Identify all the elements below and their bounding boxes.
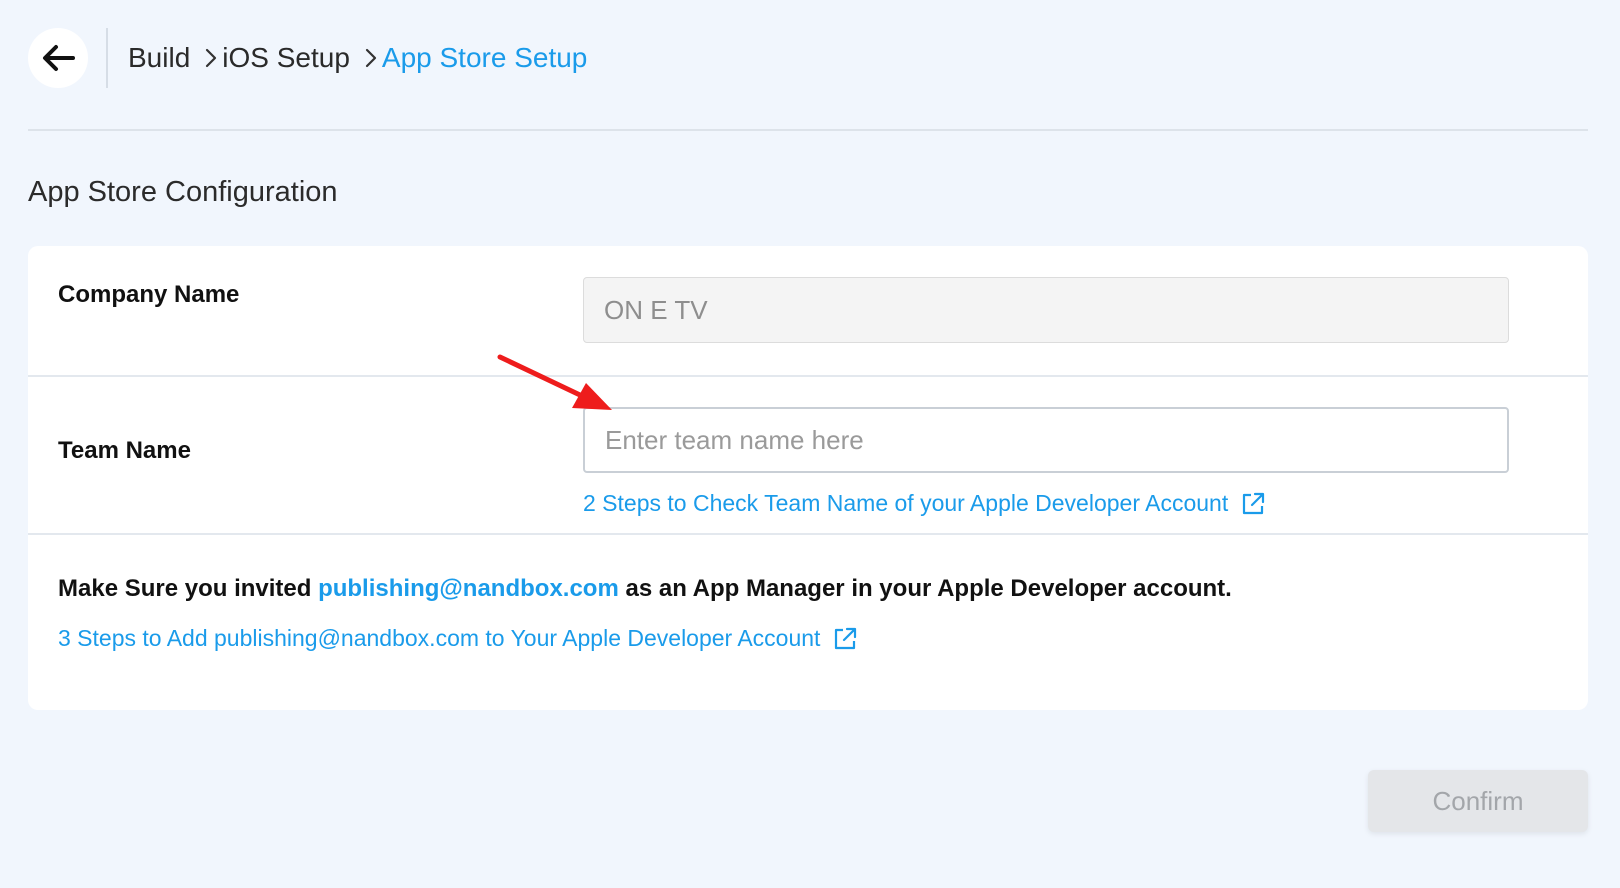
invite-note-text: Make Sure you invited publishing@nandbox… (58, 575, 1232, 603)
external-link-icon (1240, 491, 1266, 517)
team-name-input[interactable] (583, 407, 1509, 473)
section-title: App Store Configuration (28, 176, 338, 208)
config-card: Company Name Team Name 2 Steps to Check … (28, 246, 1588, 710)
invite-email-link[interactable]: publishing@nandbox.com (318, 575, 619, 602)
arrow-left-icon (43, 45, 75, 71)
breadcrumb-app-store-setup: App Store Setup (381, 42, 588, 73)
chevron-right-icon (364, 47, 378, 69)
external-link-icon (832, 626, 858, 652)
team-name-help-text: 2 Steps to Check Team Name of your Apple… (583, 490, 1229, 516)
page-header: Build iOS Setup App Store Setup (28, 28, 587, 88)
team-name-label: Team Name (58, 437, 191, 464)
breadcrumb: Build iOS Setup App Store Setup (128, 42, 587, 74)
chevron-right-icon (204, 47, 218, 69)
company-name-label: Company Name (58, 281, 240, 308)
header-divider-line (28, 129, 1588, 131)
breadcrumb-build[interactable]: Build (128, 42, 190, 74)
company-name-row: Company Name (28, 246, 1588, 377)
team-name-help-link[interactable]: 2 Steps to Check Team Name of your Apple… (583, 490, 1266, 517)
invite-note-suffix: as an App Manager in your Apple Develope… (618, 575, 1232, 602)
team-name-row: Team Name 2 Steps to Check Team Name of … (28, 377, 1588, 535)
header-divider (106, 28, 108, 88)
company-name-field (583, 277, 1509, 343)
breadcrumb-ios-setup[interactable]: iOS Setup (222, 42, 350, 74)
back-button[interactable] (28, 28, 88, 88)
invite-help-link[interactable]: 3 Steps to Add publishing@nandbox.com to… (58, 625, 858, 652)
invite-note-prefix: Make Sure you invited (58, 575, 319, 602)
invite-note-row: Make Sure you invited publishing@nandbox… (28, 535, 1588, 710)
confirm-button[interactable]: Confirm (1368, 770, 1588, 832)
invite-help-text: 3 Steps to Add publishing@nandbox.com to… (58, 625, 821, 651)
